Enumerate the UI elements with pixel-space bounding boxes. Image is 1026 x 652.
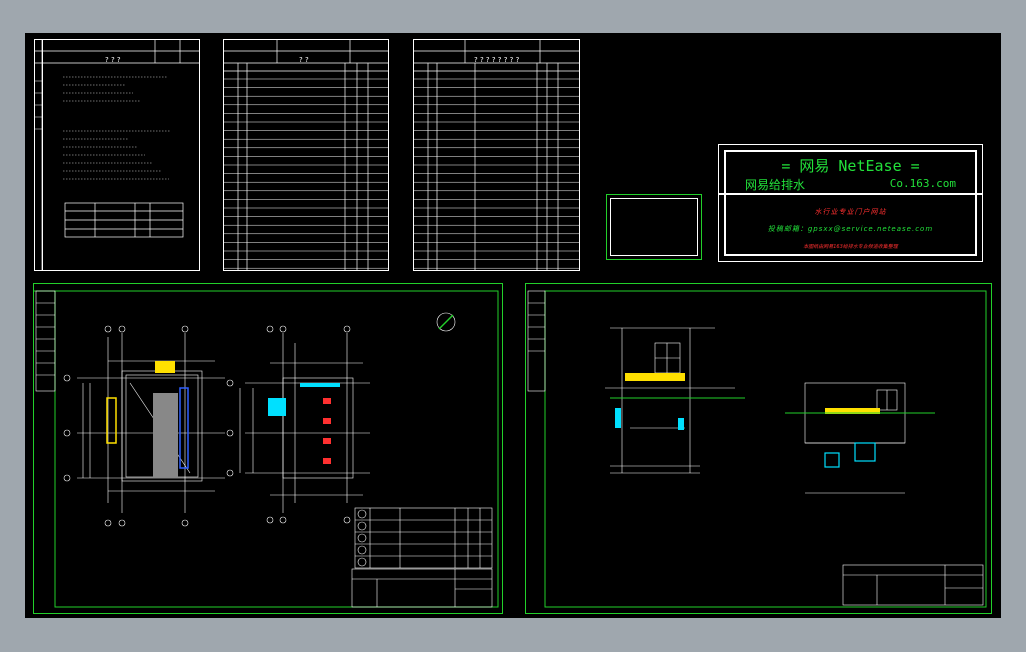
drawing-canvas[interactable]: ? ? ? ? ? ? ? ? ? ? ? ? ? = 网易 NetEase =…: [25, 33, 1001, 618]
cad-linework: [33, 39, 987, 608]
